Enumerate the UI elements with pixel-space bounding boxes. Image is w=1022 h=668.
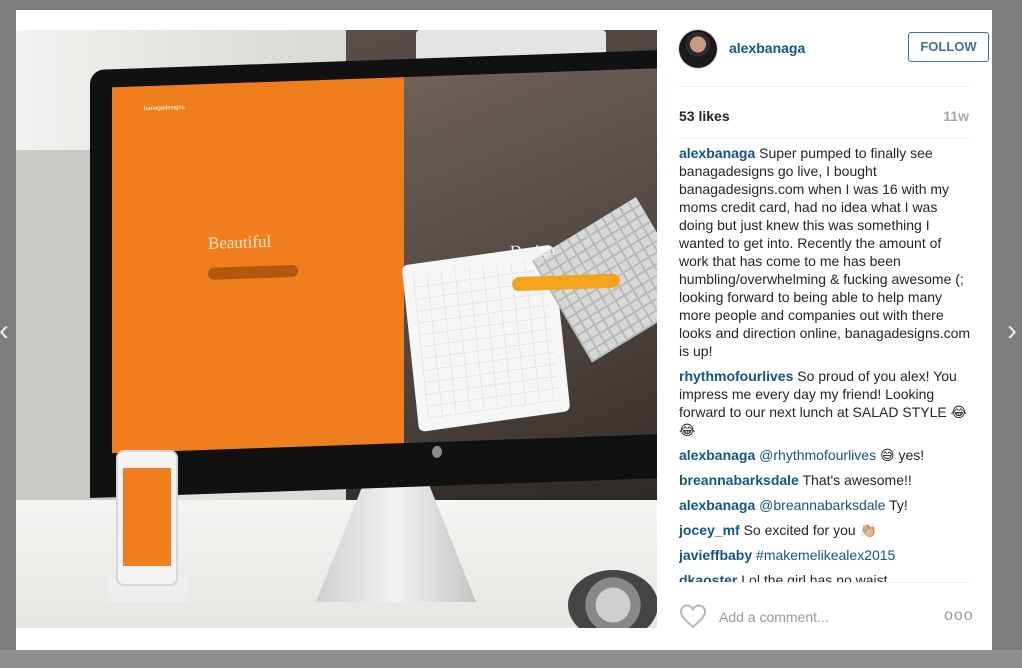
photo-right-word: Design: [510, 241, 556, 261]
comment-item: breannabarksdale That's awesome!!: [679, 471, 971, 489]
comment-mention-link[interactable]: @breannabarksdale: [759, 497, 885, 513]
photo-watch: [568, 570, 657, 628]
comment-username[interactable]: breannabarksdale: [679, 472, 799, 488]
footer-divider: [679, 582, 969, 583]
comment-item: rhythmofourlives So proud of you alex! Y…: [679, 367, 971, 439]
comment-username[interactable]: rhythmofourlives: [679, 368, 793, 384]
author-username-link[interactable]: alexbanaga: [729, 40, 805, 56]
previous-post-arrow-icon[interactable]: ‹: [0, 314, 16, 348]
header-divider: [679, 86, 969, 87]
comment-mention-link[interactable]: @rhythmofourlives: [759, 447, 876, 463]
photo-orange-word: Beautiful: [208, 231, 272, 253]
comment-item: alexbanaga Super pumped to finally see b…: [679, 144, 971, 360]
follow-button[interactable]: FOLLOW: [908, 32, 989, 62]
likes-count[interactable]: 53 likes: [679, 108, 730, 124]
background-feed-strip: [0, 650, 1022, 668]
next-post-arrow-icon[interactable]: ›: [1000, 314, 1022, 348]
comment-item: alexbanaga @rhythmofourlives 😅 yes!: [679, 446, 971, 464]
comments-list[interactable]: alexbanaga Super pumped to finally see b…: [679, 144, 971, 582]
comment-item: dkaoster Lol the girl has no waist: [679, 571, 971, 582]
apple-logo-icon: [432, 445, 442, 459]
post-sidebar: alexbanaga FOLLOW 53 likes 11w alexbanag…: [657, 10, 992, 650]
photo-orange-panel: banagadesigns Beautiful: [112, 77, 404, 454]
add-comment-input[interactable]: [719, 606, 929, 628]
comment-username[interactable]: javieffbaby: [679, 547, 752, 563]
stats-divider: [679, 138, 969, 139]
post-time-ago[interactable]: 11w: [943, 108, 969, 124]
comment-hashtag-link[interactable]: #makemelikealex2015: [756, 547, 895, 563]
post-header: alexbanaga FOLLOW: [679, 30, 989, 68]
comment-username[interactable]: alexbanaga: [679, 447, 755, 463]
comment-item: jocey_mf So excited for you 👏🏼: [679, 521, 971, 539]
post-photo[interactable]: banagadesigns Beautiful Design: [16, 30, 657, 628]
comment-username[interactable]: dkaoster: [679, 572, 737, 582]
photo-screen-tag: banagadesigns: [144, 104, 185, 113]
comment-username[interactable]: jocey_mf: [679, 522, 740, 538]
comment-username[interactable]: alexbanaga: [679, 497, 755, 513]
more-options-icon[interactable]: ooo: [944, 608, 973, 624]
post-stats: 53 likes 11w: [679, 108, 969, 128]
author-avatar[interactable]: [679, 30, 717, 68]
photo-right-panel: Design: [401, 67, 657, 444]
comment-text: So excited for you 👏🏼: [743, 522, 877, 538]
heart-icon[interactable]: [679, 603, 707, 629]
comment-text: Super pumped to finally see banagadesign…: [679, 145, 971, 359]
comment-item: javieffbaby #makemelikealex2015: [679, 546, 971, 564]
photo-iphone: [116, 450, 178, 586]
comment-item: alexbanaga @breannabarksdale Ty!: [679, 496, 971, 514]
photo-imac: banagadesigns Beautiful Design: [90, 49, 657, 499]
comment-text: Ty!: [889, 497, 908, 513]
comment-username[interactable]: alexbanaga: [679, 145, 755, 161]
photo-imac-screen: banagadesigns Beautiful Design: [112, 67, 657, 454]
comment-text: Lol the girl has no waist: [741, 572, 888, 582]
post-modal: banagadesigns Beautiful Design alexbanag…: [16, 10, 992, 650]
comment-text: 😅 yes!: [879, 447, 925, 463]
comment-text: That's awesome!!: [802, 472, 912, 488]
photo-orange-pill: [208, 264, 298, 280]
